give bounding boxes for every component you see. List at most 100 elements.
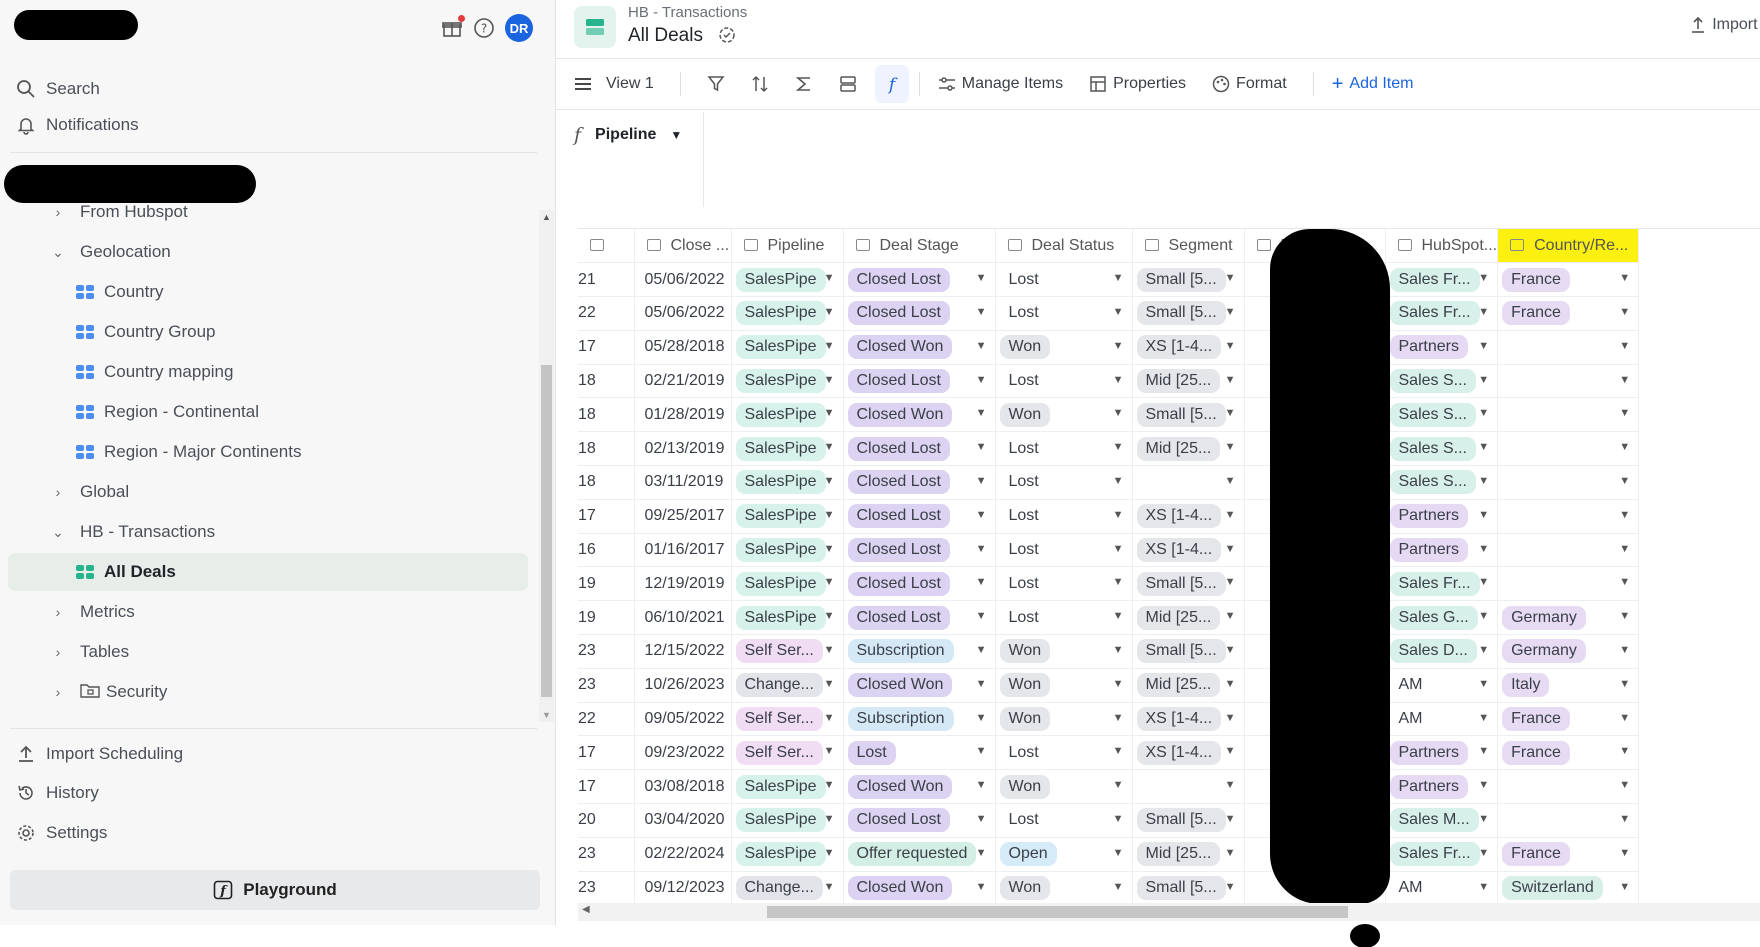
chevron-down-icon[interactable]: ▼ bbox=[824, 441, 835, 453]
table-cell[interactable]: Closed Lost ▼ bbox=[843, 465, 996, 500]
table-cell[interactable]: Lost ▼ bbox=[995, 262, 1133, 298]
chevron-down-icon[interactable]: ▼ bbox=[1225, 576, 1236, 588]
chevron-down-icon[interactable]: ▼ bbox=[1478, 678, 1489, 690]
table-cell[interactable]: 18 bbox=[578, 397, 635, 433]
chevron-down-icon[interactable]: ▼ bbox=[824, 610, 835, 622]
table-cell[interactable]: Offer requested ▼ bbox=[843, 837, 996, 872]
chevron-down-icon[interactable]: ▼ bbox=[1225, 374, 1236, 386]
table-cell[interactable]: France ▼ bbox=[1497, 702, 1640, 737]
chevron-down-icon[interactable]: ▼ bbox=[1225, 779, 1236, 791]
table-cell[interactable]: Sales Fr... ▼ bbox=[1385, 296, 1499, 331]
table-cell[interactable]: SalesPipe ▼ bbox=[731, 465, 844, 500]
chevron-down-icon[interactable]: ▼ bbox=[1225, 475, 1236, 487]
table-cell[interactable]: Closed Won ▼ bbox=[843, 668, 996, 703]
table-cell[interactable]: Won ▼ bbox=[995, 702, 1133, 737]
table-cell[interactable]: 03/04/2020 bbox=[634, 803, 732, 838]
table-cell[interactable]: XS [1-4... ▼ bbox=[1132, 702, 1245, 737]
table-cell[interactable]: 23 bbox=[578, 871, 635, 903]
chevron-down-icon[interactable]: ▼ bbox=[976, 712, 987, 724]
chevron-down-icon[interactable]: ▼ bbox=[1113, 712, 1124, 724]
table-cell[interactable]: 02/13/2019 bbox=[634, 431, 732, 467]
chevron-down-icon[interactable]: ▼ bbox=[1113, 509, 1124, 521]
table-cell[interactable]: Lost ▼ bbox=[995, 296, 1133, 331]
table-cell[interactable]: Switzerland ▼ bbox=[1497, 871, 1640, 903]
chevron-down-icon[interactable]: ▼ bbox=[824, 509, 835, 521]
sidebar-item-country-group[interactable]: Country Group bbox=[8, 313, 528, 351]
table-cell[interactable]: 23 bbox=[578, 668, 635, 703]
table-cell[interactable]: Closed Lost ▼ bbox=[843, 533, 996, 568]
table-row[interactable]: 19 06/10/2021 SalesPipe ▼ Closed Lost ▼ Lost ▼ M… bbox=[578, 600, 1640, 636]
table-row[interactable]: 17 09/23/2022 Self Ser... ▼ Lost ▼ Lost ▼ XS [1-… bbox=[578, 735, 1640, 771]
avatar[interactable]: DR bbox=[505, 14, 533, 42]
table-cell[interactable]: ▼ bbox=[1497, 397, 1640, 433]
table-cell[interactable]: Sales D... ▼ bbox=[1385, 634, 1499, 669]
chevron-down-icon[interactable]: ▼ bbox=[1478, 509, 1489, 521]
scroll-down-arrow[interactable]: ▼ bbox=[542, 710, 551, 720]
table-cell[interactable]: Closed Won ▼ bbox=[843, 397, 996, 433]
breadcrumb[interactable]: HB - Transactions bbox=[628, 4, 747, 21]
chevron-down-icon[interactable]: ▼ bbox=[1225, 847, 1236, 859]
table-cell[interactable]: Partners ▼ bbox=[1385, 330, 1499, 365]
chevron-down-icon[interactable]: ▼ bbox=[1478, 475, 1489, 487]
group-icon[interactable] bbox=[831, 65, 865, 103]
table-cell[interactable]: ▼ bbox=[1497, 533, 1640, 568]
chevron-down-icon[interactable]: ▼ bbox=[1113, 678, 1124, 690]
table-cell[interactable]: XS [1-4... ▼ bbox=[1132, 330, 1245, 365]
table-cell[interactable]: 01/16/2017 bbox=[634, 533, 732, 568]
table-cell[interactable]: Won ▼ bbox=[995, 634, 1133, 669]
table-row[interactable]: 21 05/06/2022 SalesPipe ▼ Closed Lost ▼ Lost ▼ S… bbox=[578, 262, 1640, 298]
table-cell[interactable]: 18 bbox=[578, 431, 635, 467]
table-row[interactable]: 17 05/28/2018 SalesPipe ▼ Closed Won ▼ Won ▼ XS … bbox=[578, 330, 1640, 365]
table-cell[interactable]: 09/23/2022 bbox=[634, 735, 732, 771]
chevron-down-icon[interactable]: ▼ bbox=[976, 678, 987, 690]
table-cell[interactable]: Subscription ▼ bbox=[843, 634, 996, 669]
settings-nav[interactable]: Settings bbox=[16, 818, 107, 848]
table-cell[interactable]: XS [1-4... ▼ bbox=[1132, 533, 1245, 568]
sidebar-item-country-mapping[interactable]: Country mapping bbox=[8, 353, 528, 391]
import-button[interactable]: Import c bbox=[1690, 16, 1760, 34]
table-cell[interactable]: Sales Fr... ▼ bbox=[1385, 566, 1499, 602]
chevron-down-icon[interactable]: ▼ bbox=[824, 407, 835, 419]
table-cell[interactable]: SalesPipe ▼ bbox=[731, 499, 844, 534]
sidebar-item-tables[interactable]: › Tables bbox=[8, 633, 528, 671]
table-cell[interactable]: ▼ bbox=[1497, 566, 1640, 602]
sidebar-item-global[interactable]: › Global bbox=[8, 473, 528, 511]
table-row[interactable]: 18 01/28/2019 SalesPipe ▼ Closed Won ▼ Won ▼ Sma… bbox=[578, 397, 1640, 433]
table-cell[interactable]: 17 bbox=[578, 769, 635, 805]
table-cell[interactable]: Small [5... ▼ bbox=[1132, 566, 1245, 602]
sort-icon[interactable] bbox=[743, 65, 777, 103]
table-cell[interactable]: 12/15/2022 bbox=[634, 634, 732, 669]
chevron-down-icon[interactable]: ▼ bbox=[1619, 475, 1630, 487]
table-cell[interactable]: Self Ser... ▼ bbox=[731, 735, 844, 771]
table-cell[interactable]: Self Ser... ▼ bbox=[731, 702, 844, 737]
table-cell[interactable]: SalesPipe ▼ bbox=[731, 600, 844, 636]
chevron-down-icon[interactable]: ▼ bbox=[1225, 610, 1236, 622]
chevron-down-icon[interactable]: ▼ bbox=[1225, 813, 1236, 825]
column-header[interactable]: HubSpot... bbox=[1385, 229, 1499, 264]
chevron-down-icon[interactable]: ▼ bbox=[824, 644, 835, 656]
chevron-down-icon[interactable]: ▼ bbox=[976, 306, 987, 318]
sidebar-item-region-major-continents[interactable]: Region - Major Continents bbox=[8, 433, 528, 471]
chevron-down-icon[interactable]: ▼ bbox=[1619, 272, 1630, 284]
chevron-down-icon[interactable]: ▼ bbox=[1225, 881, 1236, 893]
chevron-down-icon[interactable]: ▼ bbox=[1113, 475, 1124, 487]
properties-button[interactable]: Properties bbox=[1089, 65, 1186, 103]
table-cell[interactable]: Mid [25... ▼ bbox=[1132, 668, 1245, 703]
import-scheduling-nav[interactable]: Import Scheduling bbox=[16, 739, 183, 769]
table-cell[interactable]: SalesPipe ▼ bbox=[731, 330, 844, 365]
table-cell[interactable]: 17 bbox=[578, 499, 635, 534]
table-cell[interactable]: France ▼ bbox=[1497, 296, 1640, 331]
chevron-down-icon[interactable]: ▼ bbox=[976, 779, 987, 791]
chevron-down-icon[interactable]: ▼ bbox=[1478, 306, 1489, 318]
table-cell[interactable]: 19 bbox=[578, 600, 635, 636]
table-cell[interactable]: France ▼ bbox=[1497, 735, 1640, 771]
history-nav[interactable]: History bbox=[16, 778, 99, 808]
chevron-down-icon[interactable]: ▼ bbox=[824, 272, 835, 284]
chevron-down-icon[interactable]: ▼ bbox=[976, 610, 987, 622]
chevron-down-icon[interactable]: ▼ bbox=[1619, 881, 1630, 893]
scroll-up-arrow[interactable]: ▲ bbox=[542, 212, 551, 222]
sidebar-item-geolocation[interactable]: ⌄ Geolocation bbox=[8, 233, 528, 271]
chevron-down-icon[interactable]: ▼ bbox=[976, 340, 987, 352]
table-cell[interactable]: Open ▼ bbox=[995, 837, 1133, 872]
sidebar-item-security[interactable]: › Security bbox=[8, 673, 528, 711]
